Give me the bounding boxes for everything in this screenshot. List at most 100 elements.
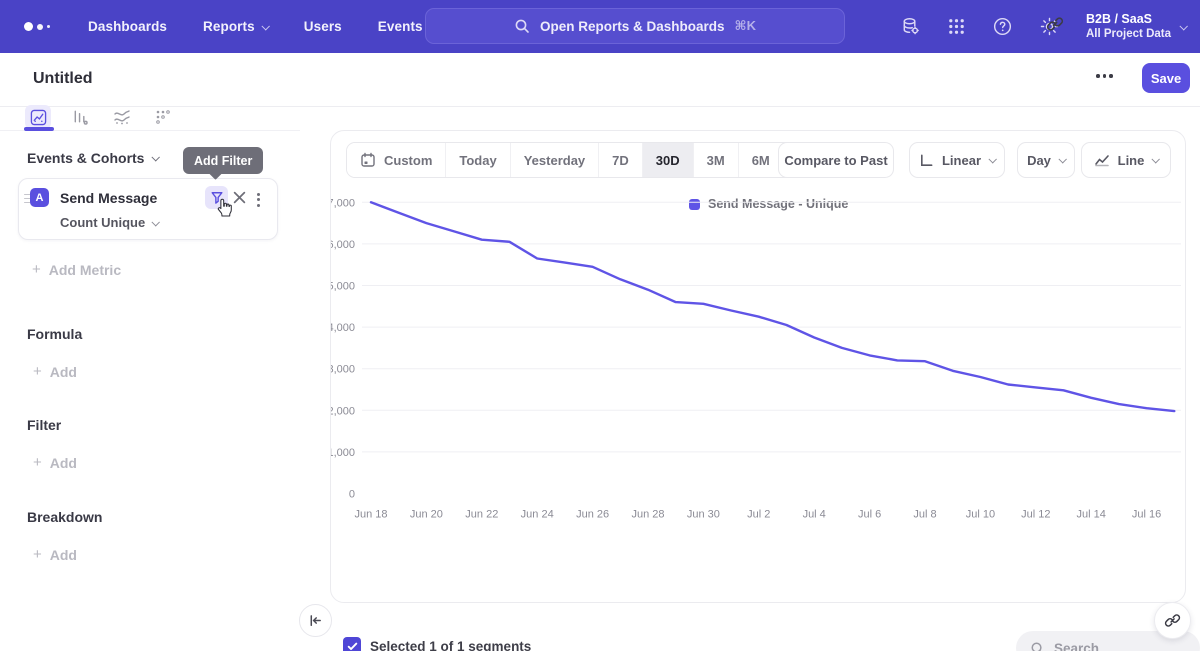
- x-axis-tick-label: Jun 18: [354, 509, 387, 521]
- nav-item-events[interactable]: Events: [378, 19, 423, 34]
- search-shortcut: ⌘K: [735, 18, 756, 34]
- segments-checkbox[interactable]: [343, 637, 361, 651]
- chart-style-label: Line: [1118, 153, 1145, 168]
- range-yesterday[interactable]: Yesterday: [511, 143, 599, 177]
- add-label: Add: [50, 547, 77, 563]
- x-axis-tick-label: Jul 4: [803, 509, 826, 521]
- metric-letter-badge: A: [30, 188, 49, 207]
- metric-event-name[interactable]: Send Message: [60, 190, 157, 206]
- line-chart-icon: [1094, 152, 1110, 168]
- range-today[interactable]: Today: [446, 143, 510, 177]
- add-formula-button[interactable]: + Add: [33, 363, 77, 380]
- chart-style-dropdown[interactable]: Line: [1081, 142, 1171, 178]
- y-axis-tick-label: 2,000: [331, 405, 355, 417]
- more-options-icon[interactable]: [1096, 74, 1113, 78]
- section-title: Breakdown: [27, 509, 102, 525]
- data-management-icon[interactable]: [900, 16, 921, 37]
- chevron-down-icon: [152, 153, 160, 161]
- plus-icon: +: [33, 454, 42, 471]
- interval-dropdown[interactable]: Day: [1017, 142, 1075, 178]
- calendar-icon: [360, 152, 376, 168]
- series-line: [371, 202, 1174, 411]
- tab-insights-line[interactable]: [25, 105, 51, 129]
- x-axis-tick-label: Jul 14: [1077, 509, 1106, 521]
- nav-item-reports[interactable]: Reports: [203, 19, 268, 34]
- apps-grid-icon[interactable]: [947, 17, 966, 36]
- tab-retention[interactable]: [150, 105, 176, 129]
- global-search-input[interactable]: Open Reports & Dashboards ⌘K: [425, 8, 845, 44]
- section-title: Formula: [27, 326, 82, 342]
- link-icon: [1164, 612, 1181, 629]
- x-axis-tick-label: Jul 2: [747, 509, 770, 521]
- add-label: Add: [50, 455, 77, 471]
- chevron-down-icon: [261, 22, 269, 30]
- add-label: Add: [50, 364, 77, 380]
- top-navigation-bar: Dashboards Reports Users Events Open Report…: [0, 0, 1200, 53]
- range-label: Yesterday: [524, 153, 585, 168]
- plus-icon: +: [32, 261, 41, 278]
- tab-flows[interactable]: [109, 105, 135, 129]
- scale-dropdown[interactable]: Linear: [909, 142, 1005, 178]
- range-30d[interactable]: 30D: [643, 143, 694, 177]
- chevron-down-icon: [988, 155, 996, 163]
- y-axis-tick-label: 1,000: [331, 447, 355, 459]
- page-title: Untitled: [33, 70, 93, 88]
- help-icon[interactable]: [992, 16, 1013, 37]
- x-axis-tick-label: Jul 16: [1132, 509, 1161, 521]
- nav-item-dashboards[interactable]: Dashboards: [88, 19, 167, 34]
- app-logo[interactable]: [24, 22, 60, 31]
- add-metric-button[interactable]: + Add Metric: [32, 261, 121, 278]
- y-axis-tick-label: 0: [349, 489, 355, 501]
- range-label: 3M: [707, 153, 725, 168]
- range-6m[interactable]: 6M: [739, 143, 784, 177]
- range-label: Today: [459, 153, 496, 168]
- nav-item-users[interactable]: Users: [304, 19, 342, 34]
- share-link-button[interactable]: [1154, 602, 1191, 639]
- chevron-down-icon: [1152, 155, 1160, 163]
- nav-right-actions: B2B / SaaS All Project Data: [900, 0, 1186, 53]
- y-axis-tick-label: 4,000: [331, 322, 355, 334]
- selected-tab-underline: [24, 127, 54, 131]
- collapse-panel-button[interactable]: [299, 604, 332, 637]
- plus-icon: +: [33, 546, 42, 563]
- segments-selected-label: Selected 1 of 1 segments: [370, 639, 531, 651]
- chart-card: CustomTodayYesterday7D30D3M6M12M Compare…: [330, 130, 1186, 603]
- report-header: Untitled: [0, 53, 1200, 107]
- y-axis-tick-label: 6,000: [331, 239, 355, 251]
- x-axis-tick-label: Jun 20: [410, 509, 443, 521]
- metric-aggregation-dropdown[interactable]: Count Unique: [60, 215, 158, 230]
- line-chart-plot[interactable]: 01,0002,0003,0004,0005,0006,0007,0008,00…: [331, 191, 1187, 586]
- tab-funnels-bar[interactable]: [67, 105, 93, 129]
- add-filter-button[interactable]: + Add: [33, 454, 77, 471]
- chevron-down-icon: [1058, 155, 1066, 163]
- nav-item-label: Events: [378, 19, 423, 34]
- x-axis-tick-label: Jul 6: [858, 509, 881, 521]
- x-axis-tick-label: Jun 28: [631, 509, 664, 521]
- search-icon: [1030, 641, 1045, 651]
- copy-link-icon[interactable]: [1046, 15, 1064, 38]
- add-filter-tooltip: Add Filter: [183, 147, 263, 174]
- nav-item-label: Users: [304, 19, 342, 34]
- y-axis-tick-label: 5,000: [331, 281, 355, 293]
- x-axis-tick-label: Jun 26: [576, 509, 609, 521]
- nav-items: Dashboards Reports Users Events: [88, 19, 423, 34]
- events-section-header[interactable]: Events & Cohorts: [27, 150, 158, 166]
- segments-search-placeholder: Search: [1054, 641, 1099, 651]
- range-custom[interactable]: Custom: [347, 143, 446, 177]
- plus-icon: +: [33, 363, 42, 380]
- project-name: B2B / SaaS: [1086, 12, 1171, 27]
- remove-metric-icon[interactable]: [231, 189, 248, 206]
- save-button[interactable]: Save: [1142, 63, 1190, 93]
- add-filter-button[interactable]: [205, 186, 228, 209]
- chart-svg[interactable]: 01,0002,0003,0004,0005,0006,0007,0008,00…: [331, 191, 1187, 586]
- interval-label: Day: [1027, 153, 1051, 168]
- range-7d[interactable]: 7D: [599, 143, 643, 177]
- add-breakdown-button[interactable]: + Add: [33, 546, 77, 563]
- metric-kebab-menu-icon[interactable]: [255, 190, 261, 209]
- project-selector[interactable]: B2B / SaaS All Project Data: [1086, 12, 1186, 41]
- nav-item-label: Dashboards: [88, 19, 167, 34]
- chevron-down-icon: [1179, 22, 1187, 30]
- range-3m[interactable]: 3M: [694, 143, 739, 177]
- compare-to-past-button[interactable]: Compare to Past: [778, 142, 894, 178]
- x-axis-tick-label: Jul 12: [1021, 509, 1050, 521]
